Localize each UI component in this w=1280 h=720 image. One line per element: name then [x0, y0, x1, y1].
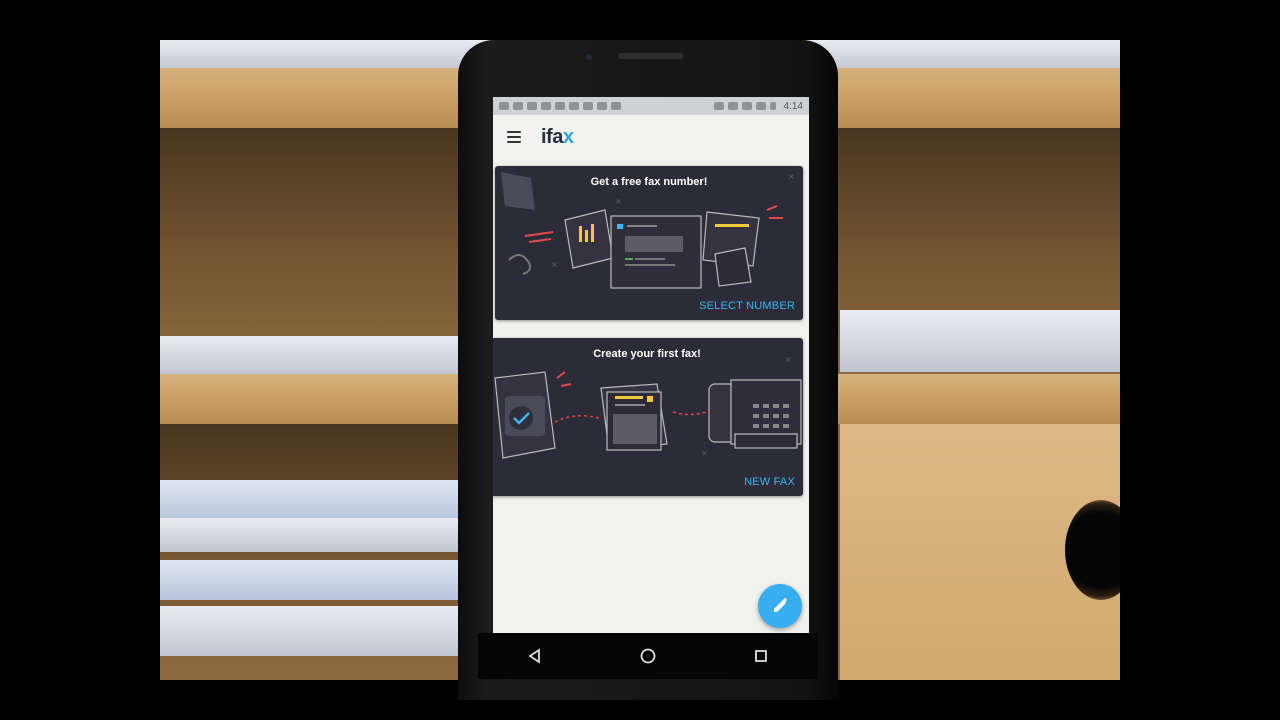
paper-stack-left-mid — [160, 336, 460, 376]
select-number-button[interactable]: SELECT NUMBER — [699, 300, 795, 312]
notification-icon — [555, 102, 565, 110]
card-title: Create your first fax! — [593, 348, 701, 360]
recents-square-icon — [755, 650, 768, 662]
notification-icon — [513, 102, 523, 110]
paper-sheet-2 — [160, 518, 460, 552]
paper-sheet-4 — [160, 606, 460, 656]
create-first-fax-card[interactable]: × × Create your first fax! NEW FAX — [493, 338, 803, 496]
alarm-icon — [727, 102, 738, 110]
card-title: Get a free fax number! — [590, 176, 708, 188]
logo-text: ifa — [541, 125, 563, 148]
pencil-icon — [774, 597, 788, 612]
paper-sheet-1 — [160, 480, 460, 520]
status-bar: 4:14 — [493, 97, 809, 115]
home-button[interactable] — [628, 636, 668, 676]
back-button[interactable] — [515, 636, 555, 676]
notification-icon — [499, 102, 509, 110]
signal-icon — [755, 102, 766, 110]
android-nav-bar — [478, 633, 818, 679]
free-fax-number-card[interactable]: × × × Get a free fax number! SELECT NUMB… — [495, 166, 803, 320]
recents-button[interactable] — [741, 636, 781, 676]
earpiece-speaker — [618, 53, 684, 59]
new-fax-button[interactable]: NEW FAX — [744, 476, 795, 488]
notification-icon — [527, 102, 537, 110]
front-camera — [586, 54, 592, 60]
app-logo: ifax — [541, 125, 574, 149]
back-triangle-icon — [528, 648, 540, 664]
fax-number-illustration: × × × — [501, 172, 795, 289]
paperclip-icon — [508, 254, 532, 275]
paper-sheet-3 — [160, 560, 460, 600]
notification-icon — [583, 102, 593, 110]
svg-text:×: × — [615, 197, 622, 206]
compose-fab[interactable] — [758, 584, 802, 628]
home-circle-icon — [640, 648, 656, 664]
paper-stack-right-mid — [840, 310, 1120, 372]
hamburger-menu-icon[interactable] — [507, 131, 521, 143]
bluetooth-icon — [713, 102, 724, 110]
svg-text:×: × — [551, 260, 558, 269]
chart-document-icon — [564, 209, 614, 269]
app-bar: ifax — [493, 115, 809, 159]
notification-icon — [597, 102, 607, 110]
status-time: 4:14 — [783, 100, 803, 112]
notification-icon — [569, 102, 579, 110]
create-fax-illustration: × × — [494, 355, 802, 459]
battery-icon — [769, 102, 776, 110]
notification-icon — [541, 102, 551, 110]
phone-screen: 4:14 ifax × × × Get a free fax number! S… — [493, 97, 809, 637]
svg-text:×: × — [701, 449, 708, 458]
logo-accent: x — [562, 125, 574, 148]
wifi-icon — [741, 102, 752, 110]
notification-icon — [611, 102, 621, 110]
